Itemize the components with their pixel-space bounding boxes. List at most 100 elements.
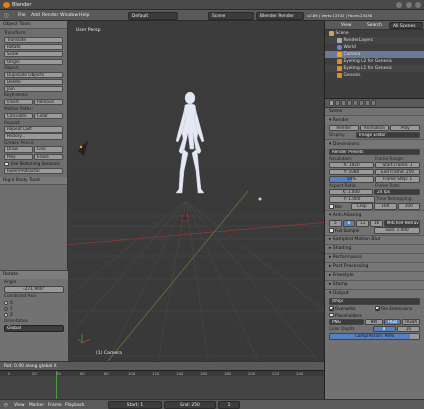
rotate-button[interactable]: Rotate	[4, 43, 63, 50]
object-tab-icon[interactable]	[353, 100, 358, 106]
calculate-button[interactable]: Calculate	[4, 112, 33, 119]
outliner-row-eyelrng-l1[interactable]: Eyelrng L1 for Genesis	[325, 65, 424, 72]
sampled-motion-blur-header[interactable]: Sampled Motion Blur	[325, 235, 424, 244]
shading-header[interactable]: Shading	[325, 244, 424, 253]
draw-button[interactable]: Draw	[4, 146, 33, 153]
output-panel-header[interactable]: Output	[325, 289, 424, 298]
post-processing-header[interactable]: Post Processing	[325, 262, 424, 271]
render-layers-tab-icon[interactable]	[335, 100, 340, 106]
orientation-dropdown[interactable]: Global	[4, 324, 64, 332]
freestyle-header[interactable]: Freestyle	[325, 271, 424, 280]
object-tools-header[interactable]: Object Tools	[0, 21, 67, 29]
erase-button[interactable]: Erase	[34, 153, 63, 161]
remove-keyframe-button[interactable]: Remove	[34, 98, 63, 106]
border-checkbox[interactable]: Bor	[329, 203, 350, 209]
scene-dropdown[interactable]: Scene	[208, 11, 254, 20]
color-rgba-button[interactable]: RGBA	[402, 318, 420, 326]
aspect-y-field[interactable]: Y: 1.000	[329, 196, 375, 203]
aa-samples-11-button[interactable]: 11	[356, 220, 370, 227]
color-depth-16-button[interactable]: 16	[396, 325, 420, 333]
outliner-menu-view[interactable]: View	[341, 23, 351, 28]
resolution-x-field[interactable]: X: 1920	[329, 161, 374, 169]
full-sample-checkbox[interactable]: Full Sample	[329, 227, 373, 233]
close-icon[interactable]	[415, 2, 421, 8]
constraint-axis-x[interactable]: X	[4, 300, 64, 306]
timeline-editor-icon[interactable]: ◷	[4, 403, 8, 408]
outliner-row-scene[interactable]: Scene	[325, 30, 424, 37]
outliner-row-renderlayers[interactable]: RenderLayers	[325, 37, 424, 44]
file-extensions-checkbox[interactable]: File Extensions	[375, 305, 420, 311]
render-button[interactable]: Render	[329, 124, 359, 132]
color-rgb-button[interactable]: RGB	[383, 318, 402, 326]
aspect-x-field[interactable]: X: 1.000	[329, 188, 373, 196]
world-tab-icon[interactable]	[347, 100, 352, 106]
menu-add[interactable]: Add	[31, 13, 40, 18]
rotate-operator-header[interactable]: Rotate	[0, 271, 68, 279]
line-button[interactable]: Line	[34, 146, 63, 153]
render-tab-icon[interactable]	[329, 100, 334, 106]
duplicate-objects-button[interactable]: Duplicate Objects	[4, 71, 63, 79]
maximize-icon[interactable]	[405, 2, 412, 8]
outliner-row-eyelrng-l2[interactable]: Eyelrng L2 for Genesis	[325, 58, 424, 65]
timeline-menu-playback[interactable]: Playback	[65, 403, 85, 408]
timeline-menu-view[interactable]: View	[14, 403, 24, 408]
render-panel-header[interactable]: Render	[325, 116, 424, 124]
repeat-last-button[interactable]: Repeat Last	[4, 126, 63, 133]
aa-filter-dropdown[interactable]: Mitchell-Netravali	[383, 220, 421, 227]
menu-render[interactable]: Render	[42, 13, 58, 18]
render-engine-dropdown[interactable]: Blender Render	[256, 11, 304, 20]
3d-cursor[interactable]	[180, 213, 190, 223]
aa-size-field[interactable]: Size: 1.000	[374, 227, 420, 234]
output-path-field[interactable]: /tmp/	[329, 298, 420, 305]
anti-aliasing-panel-header[interactable]: Anti-Aliasing	[325, 211, 424, 220]
stamp-header[interactable]: Stamp	[325, 280, 424, 289]
resolution-percentage-slider[interactable]: 50%	[329, 176, 374, 183]
outliner-row-camera[interactable]: Camera	[325, 51, 424, 58]
end-frame-field[interactable]: End: 250	[164, 401, 216, 409]
crop-button[interactable]: Crop	[350, 203, 373, 210]
time-remap-new-field[interactable]: 100	[397, 203, 420, 210]
start-frame-field[interactable]: Start: 1	[108, 401, 162, 409]
outliner-filter-dropdown[interactable]: All Scenes	[389, 22, 423, 29]
performance-header[interactable]: Performance	[325, 253, 424, 262]
play-button[interactable]: Play	[390, 124, 421, 132]
current-frame-field[interactable]: 1	[218, 401, 240, 409]
start-frame-field[interactable]: Start Frame: 1	[375, 161, 420, 169]
placeholders-checkbox[interactable]: Placeholders	[329, 312, 420, 318]
insert-keyframe-button[interactable]: Insert	[4, 98, 33, 106]
file-format-dropdown[interactable]: PNG	[329, 318, 365, 326]
clear-button[interactable]: Clear	[34, 112, 63, 119]
end-frame-field[interactable]: End Frame: 250	[375, 168, 420, 176]
lamp-object[interactable]	[258, 197, 262, 201]
rigid-body-tools-header[interactable]: Rigid Body Tools	[0, 176, 67, 185]
color-bw-button[interactable]: BW	[365, 318, 383, 326]
render-presets-dropdown[interactable]: Render Presets	[329, 148, 420, 156]
use-sketching-sessions-checkbox[interactable]: Use Sketching Sessions	[4, 161, 63, 167]
camera-object[interactable]	[78, 141, 88, 156]
angle-field[interactable]: -271.906°	[4, 286, 64, 293]
timeline-editor[interactable]: 0 20 40 60 80 100 120 140 160 180 200 220 240	[0, 370, 324, 399]
frame-rate-dropdown[interactable]: 24 fps	[374, 188, 420, 196]
constraint-axis-y[interactable]: Y	[4, 306, 64, 312]
frame-step-field[interactable]: Frame Step: 1	[375, 176, 420, 183]
delete-button[interactable]: Delete	[4, 78, 63, 86]
modifiers-tab-icon[interactable]	[365, 100, 370, 106]
data-tab-icon[interactable]	[371, 100, 376, 106]
3d-viewport[interactable]: User Persp (1) Camera	[68, 21, 324, 361]
compression-slider[interactable]: Compression: 90%	[329, 333, 420, 340]
translate-button[interactable]: Translate	[4, 36, 63, 43]
history-button[interactable]: History...	[4, 133, 63, 140]
aa-samples-16-button[interactable]: 16	[370, 220, 383, 227]
aa-samples-5-button[interactable]: 5	[329, 220, 342, 227]
display-dropdown[interactable]: Image Editor	[356, 131, 420, 139]
color-depth-8-button[interactable]: 8	[372, 325, 396, 333]
animation-button[interactable]: Animation	[359, 124, 390, 132]
menu-window[interactable]: Window	[60, 13, 78, 18]
menu-help[interactable]: Help	[79, 13, 89, 18]
menu-file[interactable]: File	[18, 13, 26, 18]
current-frame-cursor[interactable]	[56, 371, 57, 399]
timeline-menu-frame[interactable]: Frame	[48, 403, 62, 408]
scale-button[interactable]: Scale	[4, 50, 63, 57]
poly-button[interactable]: Poly	[4, 153, 33, 161]
outliner-menu-search[interactable]: Search	[367, 23, 382, 28]
